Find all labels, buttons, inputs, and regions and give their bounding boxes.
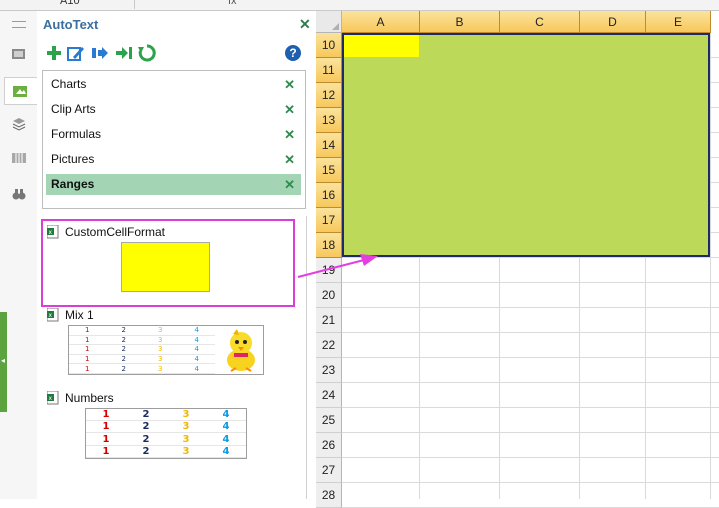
entry-numbers[interactable]: x Numbers <box>47 390 114 406</box>
delete-icon[interactable]: ✕ <box>284 74 295 95</box>
edit-icon[interactable] <box>67 44 85 62</box>
delete-icon[interactable]: ✕ <box>284 174 295 195</box>
row-header-23[interactable]: 23 <box>316 358 342 383</box>
delete-icon[interactable]: ✕ <box>284 124 295 145</box>
row-header-16[interactable]: 16 <box>316 183 342 208</box>
gridline <box>342 482 719 483</box>
pane-title: AutoText <box>43 17 99 32</box>
add-icon[interactable] <box>45 44 63 62</box>
column-header-e[interactable]: E <box>646 11 711 33</box>
excel-icon: x <box>47 308 59 322</box>
navigation-strip <box>0 11 38 499</box>
gridline <box>342 332 719 333</box>
entry-title-text: Mix 1 <box>65 308 94 322</box>
row-header-27[interactable]: 27 <box>316 458 342 483</box>
row-header-15[interactable]: 15 <box>316 158 342 183</box>
move-icon[interactable] <box>91 44 109 62</box>
category-label: Charts <box>51 77 87 91</box>
category-item-pictures[interactable]: Pictures ✕ <box>46 149 301 170</box>
formula-bar: A10 fx <box>0 0 719 11</box>
workbook-icon[interactable] <box>8 43 30 65</box>
row-header-10[interactable]: 10 <box>316 33 342 58</box>
refresh-icon[interactable] <box>138 44 156 62</box>
entry-title-text: Numbers <box>65 391 114 405</box>
category-label: Formulas <box>51 127 102 141</box>
autotext-tab-icon[interactable] <box>4 77 37 105</box>
excel-icon: x <box>47 391 59 405</box>
row-header-20[interactable]: 20 <box>316 283 342 308</box>
column-header-d[interactable]: D <box>580 11 646 33</box>
entry-mix-1[interactable]: x Mix 1 <box>47 307 94 323</box>
category-item-charts[interactable]: Charts ✕ <box>46 74 301 95</box>
gridline <box>342 357 719 358</box>
row-header-21[interactable]: 21 <box>316 308 342 333</box>
fx-label: fx <box>228 0 237 7</box>
svg-text:x: x <box>49 312 53 319</box>
row-header-19[interactable]: 19 <box>316 258 342 283</box>
close-icon[interactable]: ✕ <box>299 16 311 33</box>
insert-icon[interactable] <box>115 44 133 62</box>
gridline <box>342 432 719 433</box>
name-box[interactable]: A10 <box>0 0 135 9</box>
column-header-b[interactable]: B <box>420 11 500 33</box>
row-header-17[interactable]: 17 <box>316 208 342 233</box>
grip-icon[interactable] <box>12 21 26 28</box>
category-item-ranges[interactable]: Ranges ✕ <box>46 174 301 195</box>
find-icon[interactable] <box>8 183 30 205</box>
row-header-14[interactable]: 14 <box>316 133 342 158</box>
chick-icon <box>227 329 255 372</box>
category-list: Charts ✕ Clip Arts ✕ Formulas ✕ Pictures ✕ R… <box>42 70 306 209</box>
row-header-28[interactable]: 28 <box>316 483 342 508</box>
row-header-12[interactable]: 12 <box>316 83 342 108</box>
row-header-13[interactable]: 13 <box>316 108 342 133</box>
category-item-formulas[interactable]: Formulas ✕ <box>46 124 301 145</box>
column-header-a[interactable]: A <box>342 11 420 33</box>
numbers-thumbnail[interactable]: 1234 1234 1234 1234 <box>85 408 247 459</box>
selected-range[interactable] <box>342 33 710 257</box>
column-header-c[interactable]: C <box>500 11 580 33</box>
row-header-25[interactable]: 25 <box>316 408 342 433</box>
gridline <box>342 407 719 408</box>
collapse-handle[interactable]: ◂ <box>0 312 7 412</box>
layers-icon[interactable] <box>8 113 30 135</box>
gridline <box>342 457 719 458</box>
select-all-corner[interactable] <box>316 11 342 33</box>
gridline <box>342 282 719 283</box>
delete-icon[interactable]: ✕ <box>284 99 295 120</box>
customcellformat-highlight-box <box>41 219 295 307</box>
row-header-26[interactable]: 26 <box>316 433 342 458</box>
svg-text:x: x <box>49 395 53 402</box>
gridline <box>342 382 719 383</box>
row-header-11[interactable]: 11 <box>316 58 342 83</box>
row-header-18[interactable]: 18 <box>316 233 342 258</box>
category-label: Pictures <box>51 152 95 166</box>
category-item-clip-arts[interactable]: Clip Arts ✕ <box>46 99 301 120</box>
help-icon[interactable]: ? <box>285 45 301 61</box>
cell-a10[interactable] <box>344 35 419 57</box>
row-header-22[interactable]: 22 <box>316 333 342 358</box>
mix-1-thumbnail[interactable]: 1234 1234 1234 1234 1234 <box>68 325 264 375</box>
gridline <box>342 307 719 308</box>
chevron-left-icon: ◂ <box>1 356 6 365</box>
spreadsheet-grid[interactable]: A B C D E 10 11 12 13 14 15 16 17 18 19 20 21 22 23 24… <box>316 11 719 508</box>
row-header-24[interactable]: 24 <box>316 383 342 408</box>
gridline <box>342 257 719 258</box>
delete-icon[interactable]: ✕ <box>284 149 295 170</box>
category-label: Clip Arts <box>51 102 96 116</box>
columns-icon[interactable] <box>8 147 30 169</box>
category-label: Ranges <box>51 177 95 191</box>
